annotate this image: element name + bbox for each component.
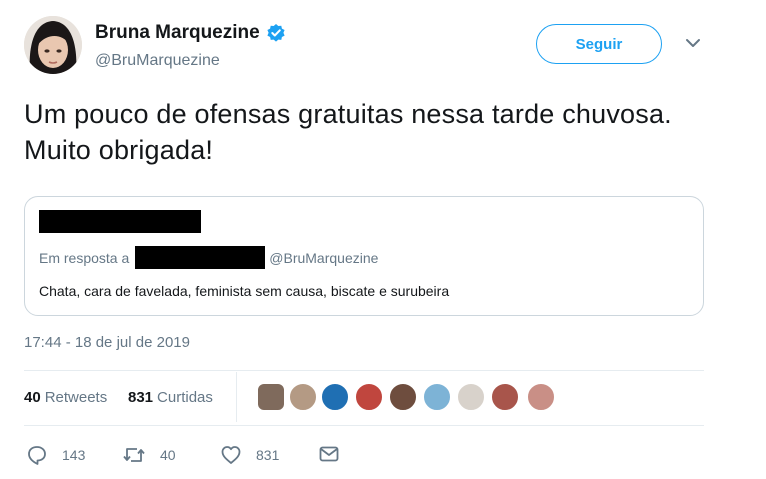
liker-avatar[interactable] xyxy=(526,382,556,412)
avatar[interactable] xyxy=(24,16,82,74)
redacted-name xyxy=(39,210,201,233)
liker-avatar[interactable] xyxy=(256,382,286,412)
reply-count: 143 xyxy=(62,447,86,463)
tweet-timestamp[interactable]: 17:44 - 18 de jul de 2019 xyxy=(24,334,190,351)
chevron-down-icon[interactable] xyxy=(684,36,702,50)
like-count: 831 xyxy=(256,447,280,463)
heart-icon xyxy=(221,446,241,464)
liker-avatar[interactable] xyxy=(490,382,520,412)
reply-handle[interactable]: @BruMarquezine xyxy=(269,250,378,266)
liker-avatar[interactable] xyxy=(388,382,418,412)
likes-stat[interactable]: 831 Curtidas xyxy=(128,389,213,406)
user-handle[interactable]: @BruMarquezine xyxy=(95,52,220,70)
quoted-text: Chata, cara de favelada, feminista sem c… xyxy=(39,283,450,299)
engagement-stats: 40 Retweets 831 Curtidas xyxy=(24,372,742,422)
liker-avatar[interactable] xyxy=(456,382,486,412)
retweets-stat[interactable]: 40 Retweets xyxy=(24,389,107,406)
retweet-icon xyxy=(123,448,145,462)
retweet-button[interactable]: 40 xyxy=(122,444,176,466)
tweet-actions: 143 40 831 xyxy=(24,444,742,468)
envelope-icon xyxy=(319,446,339,462)
reply-button[interactable]: 143 xyxy=(26,444,85,466)
follow-button[interactable]: Seguir xyxy=(536,24,662,64)
verified-badge-icon xyxy=(266,23,286,43)
divider xyxy=(24,370,704,371)
likes-count: 831 xyxy=(128,389,154,406)
stats-separator xyxy=(236,372,237,422)
reply-icon xyxy=(28,446,46,465)
liker-avatar[interactable] xyxy=(354,382,384,412)
tweet-header: Bruna Marquezine @BruMarquezine Seguir xyxy=(24,16,742,78)
message-button[interactable] xyxy=(318,444,354,464)
reply-context: Em resposta a @BruMarquezine xyxy=(39,246,378,269)
liker-avatar[interactable] xyxy=(288,382,318,412)
likes-label: Curtidas xyxy=(157,389,213,406)
liker-avatar[interactable] xyxy=(320,382,350,412)
tweet-text: Um pouco de ofensas gratuitas nessa tard… xyxy=(24,99,672,165)
retweets-count: 40 xyxy=(24,389,41,406)
quoted-tweet[interactable]: Em resposta a @BruMarquezine Chata, cara… xyxy=(24,196,704,316)
like-button[interactable]: 831 xyxy=(220,444,279,466)
retweets-label: Retweets xyxy=(44,389,108,406)
liker-avatar[interactable] xyxy=(422,382,452,412)
display-name[interactable]: Bruna Marquezine xyxy=(95,22,260,44)
retweet-count: 40 xyxy=(160,447,176,463)
name-row: Bruna Marquezine xyxy=(95,22,286,44)
redacted-handle xyxy=(135,246,266,269)
divider xyxy=(24,425,704,426)
reply-prefix: Em resposta a xyxy=(39,249,130,266)
